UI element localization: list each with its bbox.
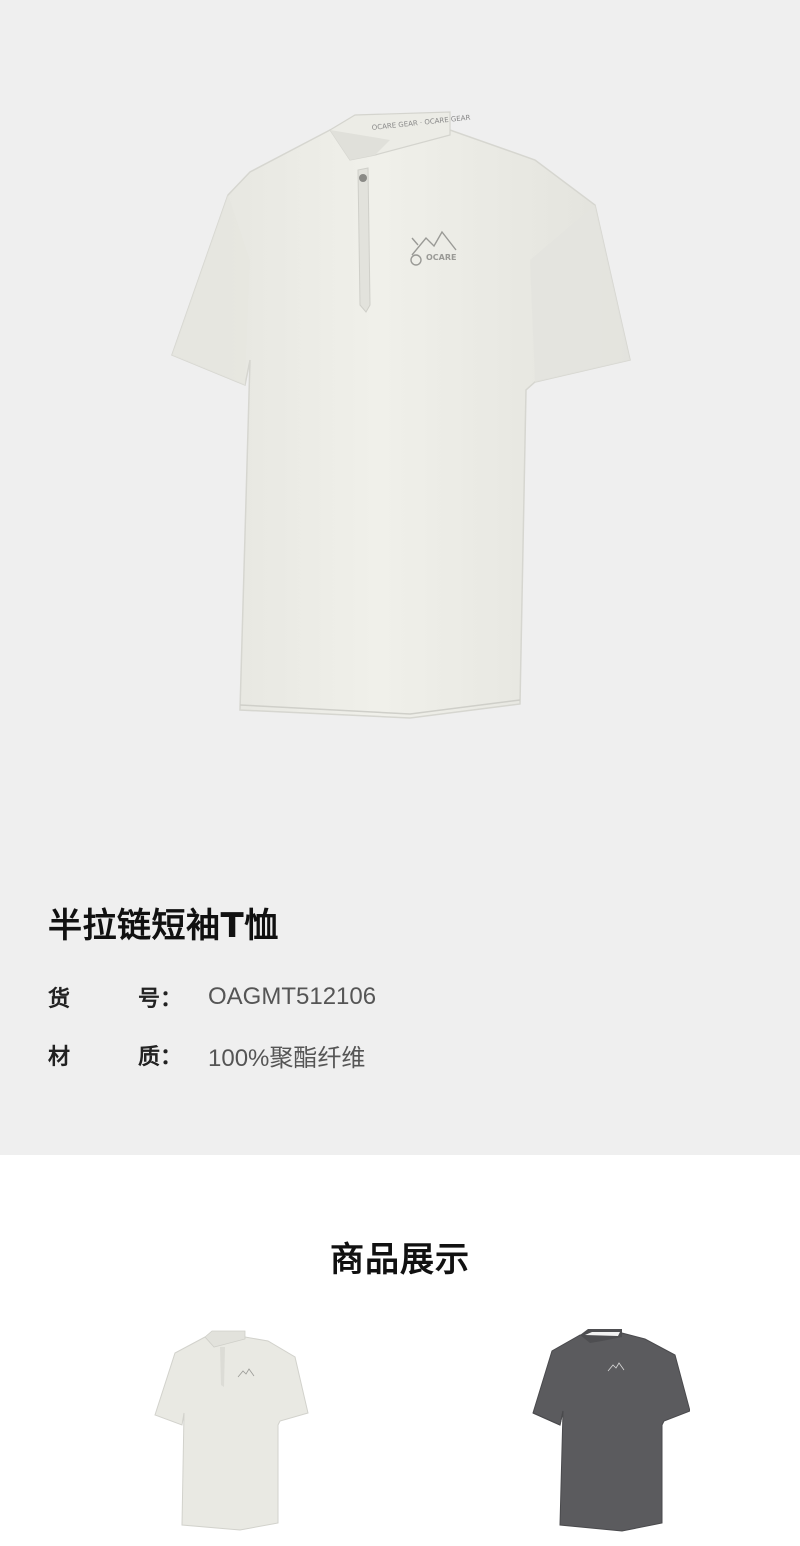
spec-label: 货 号： [48, 981, 208, 1013]
showcase-item-white[interactable] [150, 1325, 310, 1535]
spec-label-part: 号： [138, 987, 183, 1012]
grey-tshirt-thumbnail [532, 1329, 690, 1532]
spec-label: 材 质： [48, 1039, 208, 1071]
spec-row-item-number: 货 号： OAGMT512106 [48, 981, 376, 1013]
product-hero: OCARE GEAR · OCARE GEAR OCARE 半拉链短袖T恤 货 号… [0, 0, 800, 1155]
white-tshirt-image: OCARE GEAR · OCARE GEAR OCARE [171, 111, 631, 719]
item-number-value: OAGMT512106 [208, 983, 377, 1010]
product-title: 半拉链短袖T恤 [48, 906, 279, 946]
showcase-item-dark-grey[interactable] [530, 1325, 690, 1535]
product-main-image[interactable]: OCARE GEAR · OCARE GEAR OCARE [150, 100, 650, 750]
white-tshirt-thumbnail [154, 1330, 309, 1531]
spec-label-part: 货 [48, 987, 71, 1012]
spec-label-part: 材 [48, 1045, 71, 1070]
svg-text:OCARE: OCARE [426, 253, 457, 262]
showcase-section-title: 商品展示 [330, 1240, 470, 1280]
spec-row-material: 材 质： 100%聚酯纤维 [48, 1039, 366, 1072]
material-value: 100%聚酯纤维 [208, 1044, 366, 1072]
spec-label-part: 质： [138, 1045, 183, 1070]
